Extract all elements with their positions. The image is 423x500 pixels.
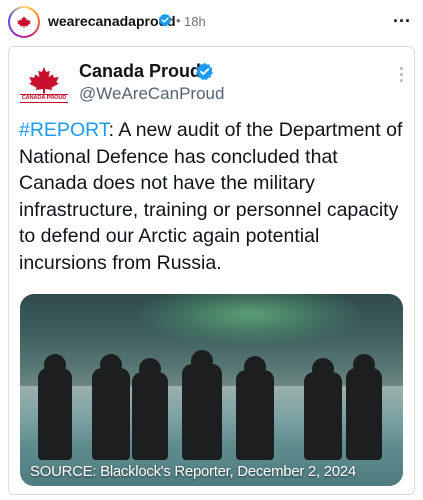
tweet-handle[interactable]: @WeAreCanProud (79, 84, 224, 104)
silhouette-person (346, 354, 382, 460)
verified-badge-icon (196, 62, 213, 81)
maple-leaf-icon (17, 16, 31, 28)
image-caption: SOURCE: Blacklock's Reporter, December 2… (30, 463, 356, 480)
more-options-icon[interactable]: ... (393, 6, 411, 27)
hashtag-link[interactable]: #REPORT (19, 119, 109, 141)
tweet-text: #REPORT: A new audit of the Department o… (19, 117, 409, 276)
more-options-icon[interactable] (398, 67, 404, 82)
maple-leaf-logo-icon (12, 10, 36, 34)
logo-wordmark: CANADA PROUD (20, 94, 68, 103)
silhouette-person (92, 354, 130, 460)
tweet-image[interactable]: SOURCE: Blacklock's Reporter, December 2… (20, 294, 403, 486)
aurora-glow (140, 294, 360, 344)
silhouette-person (304, 358, 342, 460)
tweet-body: : A new audit of the Department of Natio… (19, 119, 403, 274)
username[interactable]: wearecanadaproud (48, 13, 176, 29)
silhouette-person (236, 356, 274, 460)
tweet-avatar[interactable]: CANADA PROUD (20, 63, 68, 107)
post-header: wearecanadaproud • 18h ... (0, 0, 423, 46)
post-time: 18h (184, 14, 206, 29)
verified-badge-icon (158, 13, 172, 27)
avatar[interactable] (8, 6, 40, 38)
silhouette-person (132, 358, 168, 460)
silhouette-person (38, 354, 72, 460)
silhouette-person (182, 350, 222, 460)
separator-dot: • (176, 13, 181, 28)
tweet-card[interactable]: CANADA PROUD Canada Proud @WeAreCanProud… (8, 46, 415, 495)
tweet-display-name[interactable]: Canada Proud (79, 61, 201, 82)
